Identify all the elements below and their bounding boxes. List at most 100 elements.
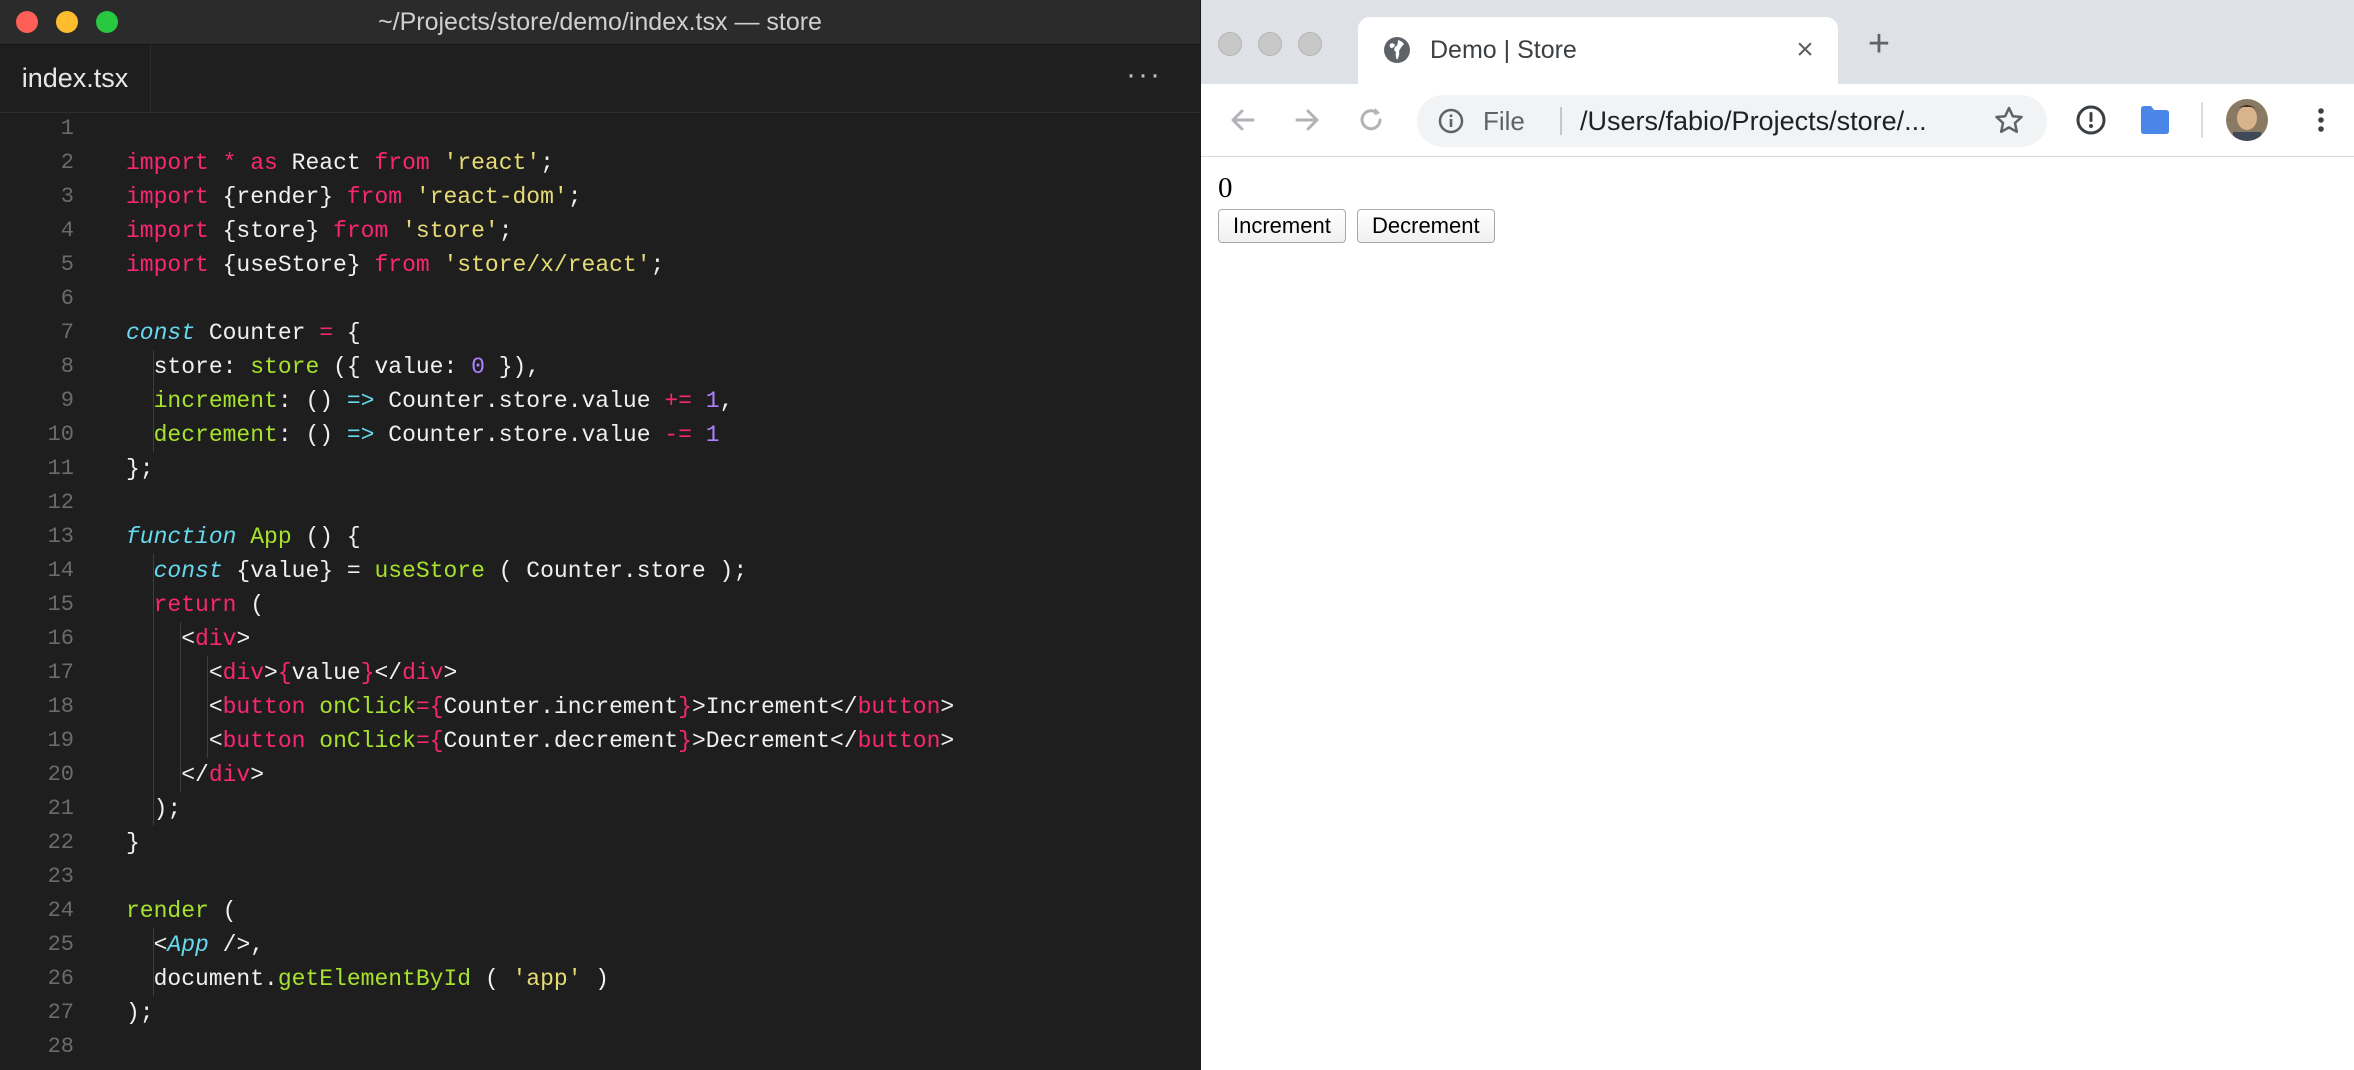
kebab-menu-icon[interactable]	[2301, 100, 2341, 140]
reload-icon[interactable]	[1351, 100, 1391, 140]
code-line[interactable]: 26 document.getElementById ( 'app' )	[0, 962, 1200, 996]
code-line[interactable]: 23	[0, 860, 1200, 894]
code-token: const	[153, 558, 223, 584]
code-token: App	[250, 524, 292, 550]
code-token: import	[126, 218, 209, 244]
forward-arrow-icon[interactable]	[1287, 100, 1327, 140]
code-line[interactable]: 11};	[0, 452, 1200, 486]
code-line[interactable]: 7 const Counter = {	[0, 316, 1200, 350]
code-line[interactable]: 19 <button onClick={Counter.decrement}>D…	[0, 724, 1200, 758]
line-number: 25	[47, 932, 74, 957]
code-area[interactable]: 1 2 import * as React from 'react'; 3 import…	[0, 112, 1200, 1064]
close-window-button[interactable]	[1218, 32, 1242, 56]
close-icon[interactable]: ×	[1792, 35, 1818, 65]
code-line[interactable]: 24 render (	[0, 894, 1200, 928]
url-scheme-label: File	[1483, 106, 1525, 136]
line-number: 1	[60, 116, 74, 141]
code-text: import {render} from 'react-dom';	[126, 180, 582, 214]
code-token: >Decrement</	[691, 728, 858, 754]
code-token: );	[126, 1000, 154, 1026]
code-line[interactable]: 8 store: store ({ value: 0 }),	[0, 350, 1200, 384]
code-token: as	[250, 150, 278, 176]
browser-tab-demo-store[interactable]: Demo | Store ×	[1358, 17, 1838, 84]
increment-button[interactable]: Increment	[1218, 209, 1346, 243]
line-number: 23	[47, 864, 74, 889]
code-token: button	[222, 728, 306, 754]
code-token: >	[250, 762, 265, 788]
back-arrow-icon[interactable]	[1223, 100, 1263, 140]
code-token: >	[443, 660, 458, 686]
code-token: import	[126, 150, 209, 176]
code-text: store: store ({ value: 0 }),	[126, 350, 541, 384]
code-token: ={	[415, 694, 444, 720]
code-text: const Counter = {	[126, 316, 361, 350]
code-text: import * as React from 'react';	[126, 146, 554, 180]
more-actions-icon[interactable]: ···	[1126, 45, 1162, 112]
code-token: >	[940, 728, 955, 754]
code-line[interactable]: 18 <button onClick={Counter.increment}>I…	[0, 690, 1200, 724]
code-token: *	[208, 150, 251, 176]
tab-title: Demo | Store	[1430, 36, 1577, 64]
code-token: >	[236, 626, 251, 652]
code-line[interactable]: 3 import {render} from 'react-dom';	[0, 180, 1200, 214]
tab-index-tsx[interactable]: index.tsx	[0, 45, 151, 112]
extension-icon[interactable]	[2135, 100, 2175, 140]
code-line[interactable]: 9 increment: () => Counter.store.value +…	[0, 384, 1200, 418]
code-line[interactable]: 28	[0, 1030, 1200, 1064]
code-token: {	[333, 320, 361, 346]
info-icon[interactable]	[1437, 107, 1465, 135]
code-line[interactable]: 17 <div>{value}</div>	[0, 656, 1200, 690]
code-line[interactable]: 5 import {useStore} from 'store/x/react';	[0, 248, 1200, 282]
password-key-icon[interactable]	[2071, 100, 2111, 140]
code-text: }	[126, 826, 140, 860]
code-line[interactable]: 4 import {store} from 'store';	[0, 214, 1200, 248]
code-token: store:	[126, 354, 251, 380]
minimize-window-button[interactable]	[1258, 32, 1282, 56]
code-line[interactable]: 15 return (	[0, 588, 1200, 622]
decrement-button[interactable]: Decrement	[1357, 209, 1495, 243]
code-token: >	[264, 660, 278, 686]
code-line[interactable]: 16 <div>	[0, 622, 1200, 656]
code-token: div	[195, 626, 237, 652]
avatar[interactable]	[2225, 98, 2269, 142]
line-number: 13	[47, 524, 74, 549]
line-number: 8	[60, 354, 74, 379]
code-line[interactable]: 25 <App />,	[0, 928, 1200, 962]
code-line[interactable]: 27);	[0, 996, 1200, 1030]
zoom-window-button[interactable]	[1298, 32, 1322, 56]
code-text: );	[126, 996, 154, 1030]
code-line[interactable]: 14 const {value} = useStore ( Counter.st…	[0, 554, 1200, 588]
code-line[interactable]: 20 </div>	[0, 758, 1200, 792]
code-line[interactable]: 13 function App () {	[0, 520, 1200, 554]
code-token: ;	[567, 184, 582, 210]
code-text: <div>	[126, 622, 250, 656]
code-token: ;	[498, 218, 513, 244]
line-number: 14	[47, 558, 74, 583]
line-number: 9	[60, 388, 74, 413]
code-line[interactable]: 12	[0, 486, 1200, 520]
address-bar[interactable]: File /Users/fabio/Projects/store/...	[1417, 95, 2047, 147]
code-line[interactable]: 21 );	[0, 792, 1200, 826]
code-text: increment: () => Counter.store.value += …	[126, 384, 734, 418]
line-number: 20	[47, 762, 74, 787]
code-token: value	[291, 660, 361, 686]
plus-icon[interactable]: +	[1863, 25, 1895, 63]
star-icon[interactable]	[1991, 103, 2027, 139]
code-token: from	[333, 218, 389, 244]
code-token: =	[319, 320, 334, 346]
code-line[interactable]: 1	[0, 112, 1200, 146]
line-number: 17	[47, 660, 74, 685]
code-line[interactable]: 10 decrement: () => Counter.store.value …	[0, 418, 1200, 452]
code-line[interactable]: 6	[0, 282, 1200, 316]
url-text[interactable]: /Users/fabio/Projects/store/...	[1580, 95, 1927, 147]
code-line[interactable]: 2 import * as React from 'react';	[0, 146, 1200, 180]
code-token: 1	[705, 388, 720, 414]
code-line[interactable]: 22}	[0, 826, 1200, 860]
code-token: React	[277, 150, 375, 176]
code-text: import {useStore} from 'store/x/react';	[126, 248, 664, 282]
code-token: Counter.store.value	[374, 388, 665, 414]
browser-tab-strip: Demo | Store × +	[1201, 0, 2354, 84]
code-token: decrement	[153, 422, 278, 448]
code-text: <App />,	[126, 928, 264, 962]
